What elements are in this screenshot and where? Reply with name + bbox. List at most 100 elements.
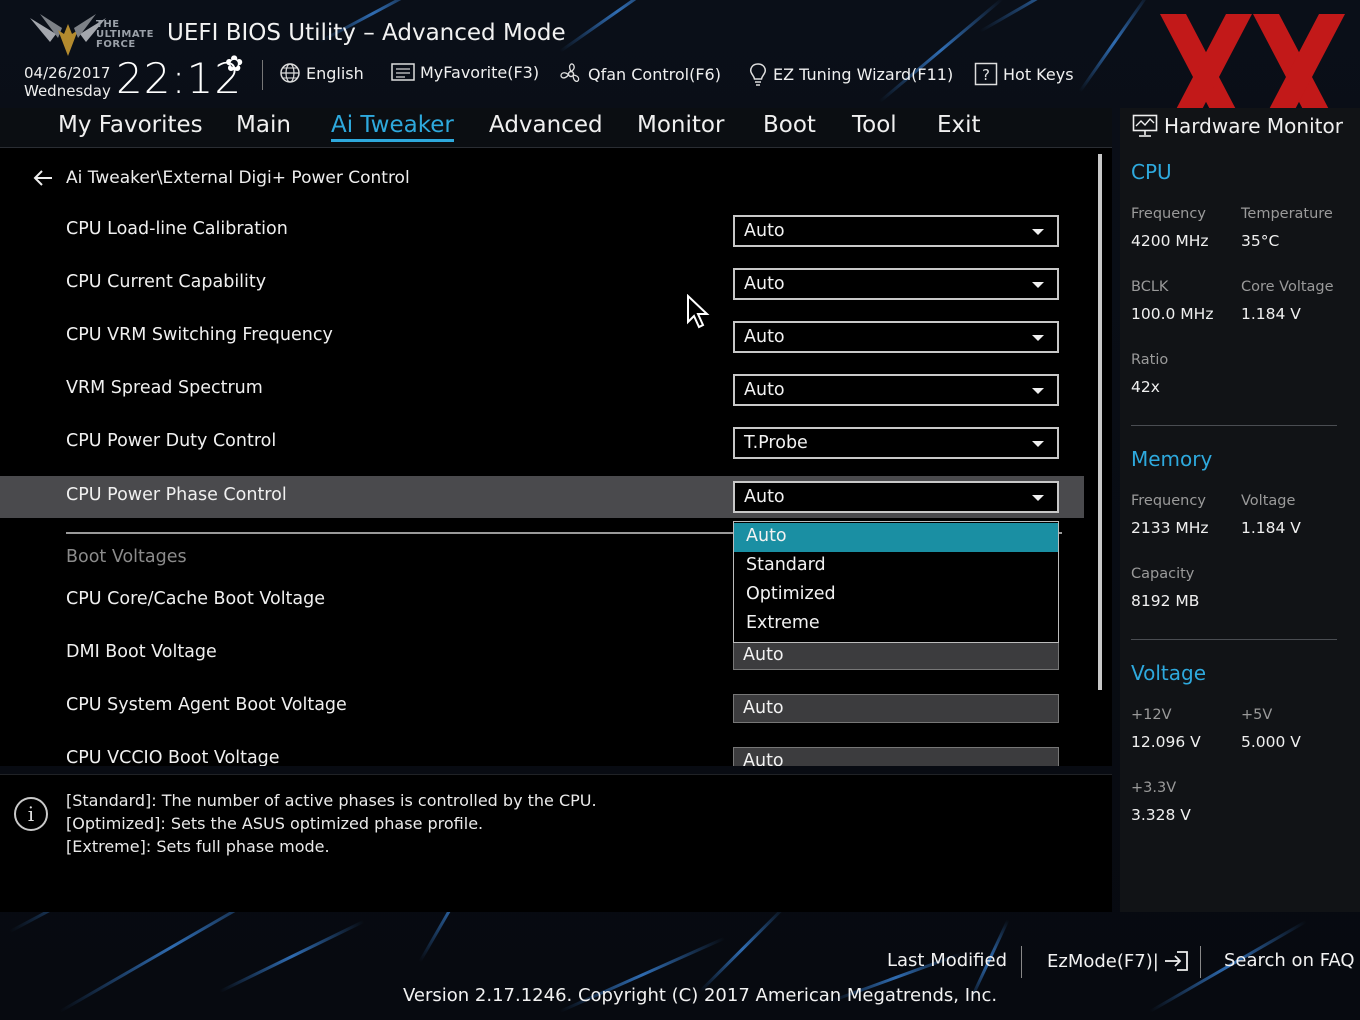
phase-control-dropdown-menu: Auto Standard Optimized Extreme (733, 521, 1059, 643)
hw-label: +3.3V (1131, 780, 1177, 796)
tab-advanced[interactable]: Advanced (489, 112, 603, 138)
hw-section-cpu: CPU (1131, 160, 1172, 184)
breadcrumb-path: Ai Tweaker\External Digi+ Power Control (66, 168, 410, 188)
setting-row[interactable]: CPU Power Duty Control T.Probe (0, 422, 1084, 464)
clock: 22:12 (116, 54, 243, 103)
question-box-icon: ? (974, 62, 998, 86)
cpu-vccio-boot-voltage-input[interactable]: Auto (733, 747, 1059, 766)
setting-row[interactable]: CPU VRM Switching Frequency Auto (0, 316, 1084, 358)
search-faq-button[interactable]: Search on FAQ (1224, 950, 1355, 971)
cpu-current-capability-select[interactable]: Auto (733, 268, 1059, 300)
tab-exit[interactable]: Exit (937, 112, 981, 138)
weekday-text: Wednesday (24, 82, 111, 100)
dropdown-caret-icon (1032, 282, 1044, 288)
dropdown-option-standard[interactable]: Standard (734, 552, 1058, 581)
tab-monitor[interactable]: Monitor (637, 112, 724, 138)
ezmode-button[interactable]: EzMode(F7)| (1047, 950, 1189, 972)
footer-separator (1021, 946, 1022, 978)
cpu-temperature-value: 35°C (1241, 232, 1280, 250)
ez-tuning-wizard-button[interactable]: EZ Tuning Wizard(F11) (748, 62, 953, 86)
globe-icon (280, 63, 300, 83)
ezmode-label: EzMode(F7)| (1047, 950, 1159, 972)
cpu-vrm-switching-frequency-select[interactable]: Auto (733, 321, 1059, 353)
tab-ai-tweaker[interactable]: Ai Tweaker (331, 112, 454, 142)
setting-label: CPU VRM Switching Frequency (66, 325, 333, 345)
section-title-boot-voltages: Boot Voltages (66, 547, 187, 567)
setting-label: CPU Load-line Calibration (66, 219, 288, 239)
help-text-line: [Optimized]: Sets the ASUS optimized pha… (66, 814, 484, 833)
setting-label: CPU Power Duty Control (66, 431, 277, 451)
select-value: Auto (744, 487, 785, 507)
header-bar: THE ULTIMATE FORCE UEFI BIOS Utility – A… (0, 0, 1360, 108)
tab-tool[interactable]: Tool (852, 112, 897, 138)
dropdown-caret-icon (1032, 495, 1044, 501)
dropdown-option-extreme[interactable]: Extreme (734, 610, 1058, 639)
setting-label: CPU VCCIO Boot Voltage (66, 748, 280, 766)
hw-label: Frequency (1131, 493, 1206, 509)
select-value: Auto (744, 221, 785, 241)
monitor-screen-icon (1132, 114, 1158, 137)
cpu-power-duty-control-select[interactable]: T.Probe (733, 427, 1059, 459)
setting-row[interactable]: VRM Spread Spectrum Auto (0, 369, 1084, 411)
dropdown-option-optimized[interactable]: Optimized (734, 581, 1058, 610)
dropdown-option-auto[interactable]: Auto (734, 523, 1058, 552)
cpu-power-phase-control-select[interactable]: Auto (733, 481, 1059, 513)
dmi-boot-voltage-input[interactable]: Auto (733, 641, 1059, 670)
language-button[interactable]: English (279, 62, 364, 84)
setting-row[interactable]: CPU System Agent Boot Voltage Auto (0, 686, 1084, 728)
setting-label: DMI Boot Voltage (66, 642, 217, 662)
setting-row-selected[interactable]: CPU Power Phase Control Auto (0, 476, 1084, 518)
setting-row[interactable]: CPU VCCIO Boot Voltage Auto (0, 739, 1084, 766)
tab-main[interactable]: Main (236, 112, 291, 138)
option-label: Optimized (746, 584, 836, 604)
help-text-line: [Standard]: The number of active phases … (66, 791, 597, 810)
hw-label: Temperature (1241, 206, 1333, 222)
last-modified-label: Last Modified (887, 950, 1008, 971)
cpu-load-line-calibration-select[interactable]: Auto (733, 215, 1059, 247)
logo-text: THE ULTIMATE FORCE (96, 19, 154, 50)
date-display: 04/26/2017 Wednesday (24, 64, 111, 100)
help-text-line: [Extreme]: Sets full phase mode. (66, 837, 330, 856)
voltage-3v3-value: 3.328 V (1131, 806, 1191, 824)
setting-row[interactable]: CPU Load-line Calibration Auto (0, 210, 1084, 252)
lightbulb-icon (750, 63, 766, 86)
tab-boot[interactable]: Boot (763, 112, 816, 138)
settings-scrollbar[interactable] (1098, 154, 1102, 690)
hw-label: +5V (1241, 707, 1273, 723)
qfan-control-label: Qfan Control(F6) (588, 64, 721, 84)
setting-row[interactable]: CPU Current Capability Auto (0, 263, 1084, 305)
hw-section-memory: Memory (1131, 447, 1213, 471)
clock-settings-gear-icon[interactable]: ✿ (225, 52, 243, 77)
cpu-frequency-value: 4200 MHz (1131, 232, 1209, 250)
myfavorite-label: MyFavorite(F3) (420, 62, 540, 82)
back-arrow-icon[interactable] (32, 169, 54, 187)
hot-keys-button[interactable]: ? Hot Keys (974, 62, 1074, 86)
tuf-logo: THE ULTIMATE FORCE (22, 8, 154, 56)
header-separator (262, 60, 263, 90)
last-modified-button[interactable]: Last Modified (887, 950, 1007, 971)
tab-my-favorites[interactable]: My Favorites (58, 112, 203, 138)
qfan-control-button[interactable]: Qfan Control(F6) (559, 62, 721, 86)
vrm-spread-spectrum-select[interactable]: Auto (733, 374, 1059, 406)
memory-capacity-value: 8192 MB (1131, 592, 1200, 610)
date-text: 04/26/2017 (24, 64, 111, 82)
hardware-monitor-label: Hardware Monitor (1164, 114, 1343, 138)
cpu-system-agent-boot-voltage-input[interactable]: Auto (733, 694, 1059, 723)
cpu-ratio-value: 42x (1131, 378, 1160, 396)
hw-divider (1131, 639, 1337, 640)
hardware-monitor-panel: Hardware Monitor CPU Frequency Temperatu… (1120, 108, 1360, 912)
main-tab-bar: My Favorites Main Ai Tweaker Advanced Mo… (0, 108, 1112, 148)
input-value: Auto (743, 698, 784, 718)
dropdown-caret-icon (1032, 441, 1044, 447)
setting-label: VRM Spread Spectrum (66, 378, 263, 398)
option-label: Auto (746, 526, 787, 546)
settings-panel: Ai Tweaker\External Digi+ Power Control … (0, 148, 1112, 766)
option-label: Standard (746, 555, 826, 575)
voltage-12v-value: 12.096 V (1131, 733, 1201, 751)
myfavorite-button[interactable]: MyFavorite(F3) (391, 62, 539, 82)
setting-label: CPU Current Capability (66, 272, 267, 292)
setting-label: CPU Core/Cache Boot Voltage (66, 589, 326, 609)
hw-label: Frequency (1131, 206, 1206, 222)
hw-label: Voltage (1241, 493, 1296, 509)
search-faq-label: Search on FAQ (1224, 950, 1355, 971)
